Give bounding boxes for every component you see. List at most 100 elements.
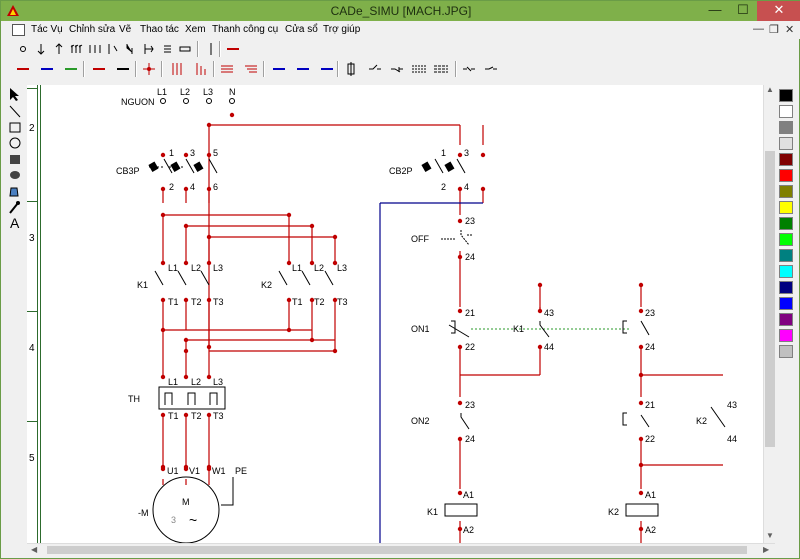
cb2p-breaker[interactable]: CB2P 1 3 2 4 — [389, 148, 469, 192]
terminal[interactable] — [457, 218, 463, 224]
horizontal-scroll-thumb[interactable] — [47, 546, 747, 554]
terminal[interactable] — [160, 186, 166, 192]
terminal[interactable] — [457, 186, 463, 192]
terminal[interactable] — [457, 152, 463, 158]
circle-draw-icon[interactable] — [6, 136, 24, 151]
color-swatch[interactable] — [779, 121, 793, 134]
terminal[interactable] — [286, 212, 292, 218]
terminal[interactable] — [206, 374, 212, 380]
menu-xem[interactable]: Xem — [185, 24, 206, 35]
junction-icon[interactable] — [141, 61, 157, 77]
terminal[interactable] — [229, 98, 235, 104]
terminal[interactable] — [332, 234, 338, 240]
terminal[interactable] — [638, 436, 644, 442]
color-swatch[interactable] — [779, 201, 793, 214]
contact-n-icon[interactable] — [367, 61, 383, 77]
close-button[interactable]: ✕ — [757, 1, 800, 21]
terminal[interactable] — [638, 490, 644, 496]
terminal[interactable] — [160, 98, 166, 104]
color-swatch[interactable] — [779, 329, 793, 342]
menu-tac-vu[interactable]: Tác Vụ — [31, 24, 63, 35]
maximize-button[interactable]: ☐ — [729, 1, 757, 21]
rectangle-tool-icon[interactable] — [177, 41, 193, 57]
terminal[interactable] — [457, 526, 463, 532]
terminal[interactable] — [480, 186, 486, 192]
connector-icon[interactable] — [461, 61, 477, 77]
terminal[interactable] — [183, 412, 189, 418]
mdi-restore-button[interactable]: ❐ — [769, 23, 779, 36]
line-tool-icon[interactable] — [6, 104, 24, 119]
scroll-left-icon[interactable]: ◀ — [31, 545, 37, 554]
horizontal-bus-2-icon[interactable] — [243, 61, 259, 77]
terminal[interactable] — [286, 327, 292, 333]
k1-coil[interactable]: K1 A1 A2 — [427, 490, 478, 535]
k2-coil[interactable]: K2 A1 A2 — [608, 490, 659, 535]
terminal[interactable] — [160, 464, 166, 470]
switch-bracket-icon[interactable] — [105, 41, 121, 57]
wire-blue-2-icon[interactable] — [271, 61, 287, 77]
terminal[interactable] — [286, 260, 292, 266]
menu-tro-giup[interactable]: Trợ giúp — [323, 24, 360, 35]
off-pushbutton[interactable]: OFF 23 24 — [411, 216, 475, 262]
fill-bucket-icon[interactable] — [6, 184, 24, 199]
motor-m[interactable]: -M U1 V1 W1 PE M 3 ~ — [138, 466, 247, 543]
connector-2-icon[interactable] — [483, 61, 499, 77]
color-swatch[interactable] — [779, 265, 793, 278]
menu-thanh-cong-cu[interactable]: Thanh công cụ — [212, 24, 278, 35]
color-swatch[interactable] — [779, 185, 793, 198]
color-swatch[interactable] — [779, 153, 793, 166]
k2-nc-contact-2[interactable]: 21 22 — [622, 400, 655, 444]
terminal[interactable] — [638, 344, 644, 350]
terminal[interactable] — [457, 490, 463, 496]
menu-chinh-sua[interactable]: Chỉnh sửa — [69, 24, 115, 35]
terminal[interactable] — [183, 297, 189, 303]
terminal[interactable] — [537, 344, 543, 350]
three-phase-bend-icon[interactable] — [193, 61, 209, 77]
terminal[interactable] — [206, 234, 212, 240]
terminal[interactable] — [229, 112, 235, 118]
color-swatch[interactable] — [779, 105, 793, 118]
filled-rectangle-icon[interactable] — [6, 152, 24, 167]
terminal[interactable] — [638, 308, 644, 314]
color-swatch[interactable] — [779, 297, 793, 310]
rectangle-draw-icon[interactable] — [6, 120, 24, 135]
menu-ve[interactable]: Vẽ — [119, 24, 131, 35]
scroll-up-icon[interactable]: ▲ — [766, 85, 774, 94]
filled-ellipse-icon[interactable] — [6, 168, 24, 183]
menu-cua-so[interactable]: Cửa sổ — [285, 24, 318, 35]
terminal[interactable] — [457, 254, 463, 260]
wire-red-icon[interactable] — [15, 61, 31, 77]
wire-black-icon[interactable] — [115, 61, 131, 77]
wire-blue-icon[interactable] — [39, 61, 55, 77]
terminal[interactable] — [206, 152, 212, 158]
schematic-diagram[interactable]: NGUON L1 L2 L3 N CB3P 1 3 5 2 4 6 CB2P 1… — [41, 85, 763, 543]
terminal[interactable] — [183, 374, 189, 380]
on2-pushbutton[interactable]: ON2 23 24 — [411, 400, 475, 444]
color-swatch[interactable] — [779, 233, 793, 246]
contact-icon[interactable] — [123, 41, 139, 57]
terminal[interactable] — [183, 464, 189, 470]
contact-nc-icon[interactable] — [389, 61, 405, 77]
horizontal-scrollbar[interactable]: ◀ ▶ — [27, 543, 775, 555]
color-swatch[interactable] — [779, 249, 793, 262]
terminal[interactable] — [183, 348, 189, 354]
vertical-scrollbar[interactable]: ▲ ▼ — [763, 85, 775, 543]
scroll-down-icon[interactable]: ▼ — [766, 531, 774, 540]
terminal[interactable] — [638, 282, 644, 288]
terminal[interactable] — [183, 337, 189, 343]
text-tool-icon[interactable]: A — [6, 215, 24, 230]
terminal[interactable] — [183, 260, 189, 266]
terminal[interactable] — [457, 344, 463, 350]
up-arrow-icon[interactable] — [51, 41, 67, 57]
triple-contact-2-icon[interactable] — [433, 61, 449, 77]
terminal[interactable] — [183, 186, 189, 192]
terminal[interactable] — [537, 282, 543, 288]
terminal[interactable] — [206, 98, 212, 104]
color-swatch[interactable] — [779, 313, 793, 326]
three-phase-icon[interactable] — [169, 61, 185, 77]
terminal[interactable] — [183, 98, 189, 104]
select-arrow-icon[interactable] — [6, 87, 24, 102]
wire-green-icon[interactable] — [63, 61, 79, 77]
minimize-button[interactable]: — — [701, 1, 729, 21]
terminal[interactable] — [160, 152, 166, 158]
